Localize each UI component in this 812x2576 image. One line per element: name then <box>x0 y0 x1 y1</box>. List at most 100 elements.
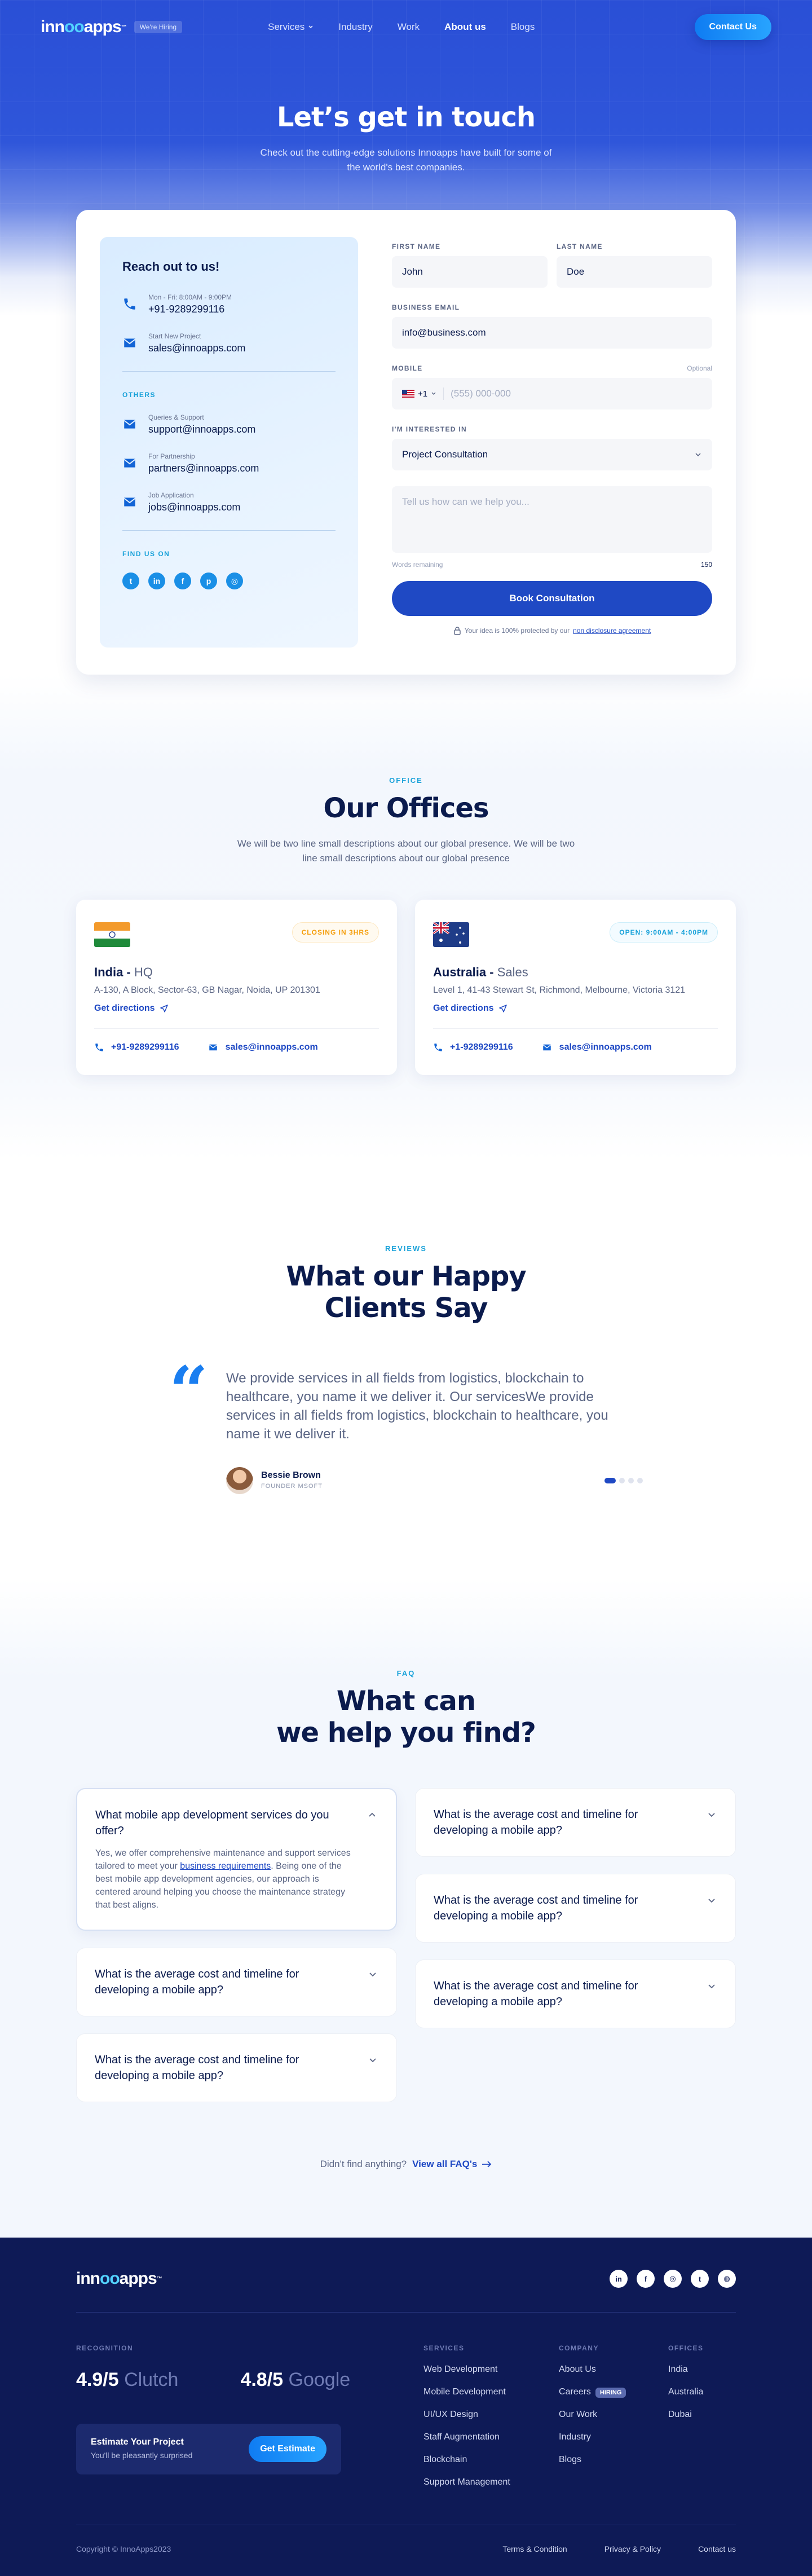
first-name-field[interactable]: John <box>392 256 548 288</box>
india-flag-icon <box>94 922 130 947</box>
chevron-down-icon[interactable] <box>706 1895 717 1906</box>
faq-item[interactable]: What is the average cost and timeline fo… <box>76 2033 397 2102</box>
facebook-icon[interactable]: f <box>174 573 191 589</box>
interest-label: I'M INTERESTED IN <box>392 425 467 433</box>
terms-link[interactable]: Terms & Condition <box>502 2544 567 2553</box>
get-estimate-button[interactable]: Get Estimate <box>249 2436 326 2462</box>
footer-link[interactable]: About Us <box>559 2364 668 2375</box>
contact-phone[interactable]: Mon - Fri: 8:00AM - 9:00PM +91-9289299116 <box>122 293 336 315</box>
nav-industry[interactable]: Industry <box>338 21 372 33</box>
words-remaining: Words remaining 150 <box>392 561 712 569</box>
office-email[interactable]: sales@innoapps.com <box>541 1042 652 1053</box>
lock-icon <box>454 627 461 635</box>
nda-link[interactable]: non disclosure agreement <box>573 627 651 635</box>
email-label: BUSINESS EMAIL <box>392 303 460 311</box>
footer-link[interactable]: Blockchain <box>423 2455 559 2465</box>
us-flag-icon[interactable]: +1 <box>402 389 436 399</box>
footer-link-careers[interactable]: Careers HIRING <box>559 2387 668 2398</box>
faq-item[interactable]: What is the average cost and timeline fo… <box>415 1959 736 2028</box>
footer: inn oo apps ™ in f ◎ t ◍ RECOGNITION 4.9/5 … <box>0 2238 812 2576</box>
book-consultation-button[interactable]: Book Consultation <box>392 581 712 616</box>
instagram-icon[interactable]: ◎ <box>664 2270 682 2288</box>
footer-link[interactable]: Our Work <box>559 2410 668 2420</box>
offices-section: OFFICE Our Offices We will be two line s… <box>0 675 812 1160</box>
twitter-icon[interactable]: t <box>691 2270 709 2288</box>
hiring-pill: HIRING <box>595 2388 626 2398</box>
contact-support-email[interactable]: Queries & Support support@innoapps.com <box>122 413 336 435</box>
carousel-dot[interactable] <box>619 1478 625 1483</box>
email-field[interactable]: info@business.com <box>392 317 712 349</box>
footer-link[interactable]: Staff Augmentation <box>423 2432 559 2442</box>
faq-answer: Yes, we offer comprehensive maintenance … <box>95 1848 351 1910</box>
chevron-down-icon[interactable] <box>706 1809 717 1820</box>
others-label: OTHERS <box>122 391 156 399</box>
chevron-down-icon <box>695 453 701 457</box>
facebook-icon[interactable]: f <box>637 2270 655 2288</box>
carousel-dot[interactable] <box>637 1478 643 1483</box>
office-phone[interactable]: +91-9289299116 <box>94 1042 179 1053</box>
footer-link[interactable]: Dubai <box>668 2410 736 2420</box>
carousel-dot[interactable] <box>628 1478 634 1483</box>
footer-link[interactable]: India <box>668 2364 736 2375</box>
contact-partners-email[interactable]: For Partnership partners@innoapps.com <box>122 452 336 474</box>
footer-link[interactable]: Mobile Development <box>423 2387 559 2397</box>
quote-icon: “ <box>169 1351 209 1431</box>
chevron-up-icon[interactable] <box>367 1809 378 1821</box>
contact-jobs-email[interactable]: Job Application jobs@innoapps.com <box>122 491 336 513</box>
nav-services[interactable]: Services <box>268 21 314 33</box>
reviewer-name: Bessie Brown <box>261 1470 321 1480</box>
footer-logo[interactable]: inn oo apps ™ <box>76 2269 162 2288</box>
nav-about[interactable]: About us <box>444 21 486 33</box>
office-name: Australia - Sales <box>433 965 528 979</box>
office-phone[interactable]: +1-9289299116 <box>433 1042 513 1053</box>
footer-link[interactable]: UI/UX Design <box>423 2410 559 2420</box>
twitter-icon[interactable]: t <box>122 573 139 589</box>
faq-item[interactable]: What is the average cost and timeline fo… <box>415 1788 736 1857</box>
faq-title: What can we help you find? <box>276 1685 536 1749</box>
mobile-field[interactable]: +1 (555) 000-000 <box>392 378 712 409</box>
linkedin-icon[interactable]: in <box>610 2270 628 2288</box>
interest-select[interactable]: Project Consultation <box>392 439 712 470</box>
privacy-link[interactable]: Privacy & Policy <box>604 2544 661 2553</box>
footer-link[interactable]: Blogs <box>559 2455 668 2465</box>
footer-link[interactable]: Web Development <box>423 2364 559 2375</box>
footer-link[interactable]: Industry <box>559 2432 668 2442</box>
faq-item-open[interactable]: What mobile app development services do … <box>76 1788 397 1931</box>
office-card-india: CLOSING IN 3HRS India - HQ A-130, A Bloc… <box>76 900 397 1075</box>
last-name-field[interactable]: Doe <box>557 256 712 288</box>
contact-us-button[interactable]: Contact Us <box>694 14 771 40</box>
page-title: Let’s get in touch <box>276 102 536 133</box>
faq-item[interactable]: What is the average cost and timeline fo… <box>415 1874 736 1943</box>
dribbble-icon[interactable]: ◍ <box>718 2270 736 2288</box>
message-textarea[interactable]: Tell us how can we help you... <box>392 486 712 553</box>
faq-item[interactable]: What is the average cost and timeline fo… <box>76 1948 397 2016</box>
hiring-badge[interactable]: We're Hiring <box>134 21 183 33</box>
chevron-down-icon[interactable] <box>706 1980 717 1992</box>
estimate-box: Estimate Your Project You'll be pleasantl… <box>76 2424 341 2474</box>
contact-sales-email[interactable]: Start New Project sales@innoapps.com <box>122 332 336 354</box>
main-menu: Services Industry Work About us Blogs <box>268 21 535 33</box>
footer-link[interactable]: Australia <box>668 2387 736 2397</box>
instagram-icon[interactable]: ◎ <box>226 573 243 589</box>
nav-work[interactable]: Work <box>398 21 420 33</box>
linkedin-icon[interactable]: in <box>148 573 165 589</box>
pinterest-icon[interactable]: p <box>200 573 217 589</box>
get-directions-link[interactable]: Get directions <box>94 1003 379 1014</box>
get-directions-link[interactable]: Get directions <box>433 1003 718 1014</box>
chevron-down-icon[interactable] <box>367 2054 378 2066</box>
nav-blogs[interactable]: Blogs <box>511 21 535 33</box>
phone-icon <box>434 1043 442 1051</box>
logo[interactable]: inn oo apps ™ <box>41 17 127 37</box>
offices-title: Our Offices <box>323 792 489 824</box>
contact-link[interactable]: Contact us <box>698 2544 736 2553</box>
office-name: India - HQ <box>94 965 153 979</box>
footer-link[interactable]: Support Management <box>423 2477 559 2487</box>
view-all-faqs-link[interactable]: View all FAQ's <box>412 2159 492 2170</box>
business-requirements-link[interactable]: business requirements <box>180 1861 271 1871</box>
carousel-dot[interactable] <box>604 1478 616 1483</box>
chevron-down-icon[interactable] <box>367 1969 378 1980</box>
status-badge: CLOSING IN 3HRS <box>292 922 379 943</box>
office-email[interactable]: sales@innoapps.com <box>208 1042 318 1053</box>
faq-question: What is the average cost and timeline fo… <box>95 1968 299 1996</box>
office-card-australia: OPEN: 9:00AM - 4:00PM Australia - Sales … <box>415 900 736 1075</box>
